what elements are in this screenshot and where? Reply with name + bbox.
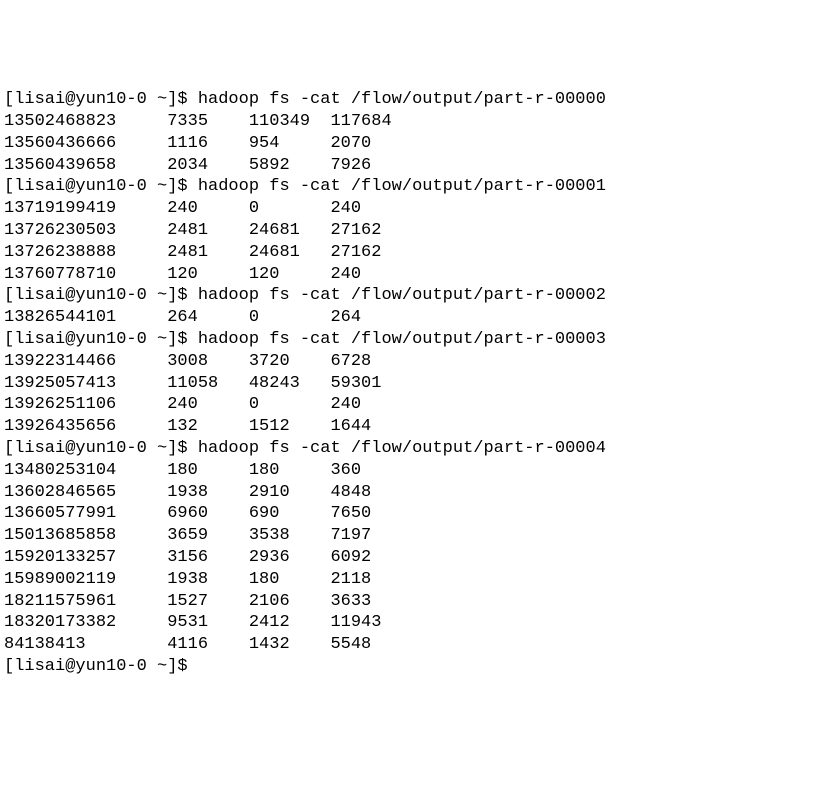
output-row: 13660577991 6960 690 7650 [4, 503, 832, 525]
output-row: 13502468823 7335 110349 117684 [4, 111, 832, 133]
output-row: 15920133257 3156 2936 6092 [4, 547, 832, 569]
output-row: 18211575961 1527 2106 3633 [4, 591, 832, 613]
terminal-output[interactable]: [lisai@yun10-0 ~]$ hadoop fs -cat /flow/… [4, 89, 832, 678]
output-row: 13826544101 264 0 264 [4, 307, 832, 329]
output-row: 15013685858 3659 3538 7197 [4, 525, 832, 547]
prompt-line[interactable]: [lisai@yun10-0 ~]$ [4, 656, 832, 678]
command-line: [lisai@yun10-0 ~]$ hadoop fs -cat /flow/… [4, 176, 832, 198]
output-row: 13726230503 2481 24681 27162 [4, 220, 832, 242]
output-row: 13926435656 132 1512 1644 [4, 416, 832, 438]
output-row: 13922314466 3008 3720 6728 [4, 351, 832, 373]
output-row: 13560439658 2034 5892 7926 [4, 155, 832, 177]
command-line: [lisai@yun10-0 ~]$ hadoop fs -cat /flow/… [4, 285, 832, 307]
output-row: 13760778710 120 120 240 [4, 264, 832, 286]
output-row: 13560436666 1116 954 2070 [4, 133, 832, 155]
output-row: 13726238888 2481 24681 27162 [4, 242, 832, 264]
output-row: 13925057413 11058 48243 59301 [4, 373, 832, 395]
output-row: 13480253104 180 180 360 [4, 460, 832, 482]
output-row: 13719199419 240 0 240 [4, 198, 832, 220]
output-row: 13926251106 240 0 240 [4, 394, 832, 416]
command-line: [lisai@yun10-0 ~]$ hadoop fs -cat /flow/… [4, 438, 832, 460]
output-row: 15989002119 1938 180 2118 [4, 569, 832, 591]
command-line: [lisai@yun10-0 ~]$ hadoop fs -cat /flow/… [4, 89, 832, 111]
output-row: 84138413 4116 1432 5548 [4, 634, 832, 656]
command-line: [lisai@yun10-0 ~]$ hadoop fs -cat /flow/… [4, 329, 832, 351]
output-row: 13602846565 1938 2910 4848 [4, 482, 832, 504]
output-row: 18320173382 9531 2412 11943 [4, 612, 832, 634]
